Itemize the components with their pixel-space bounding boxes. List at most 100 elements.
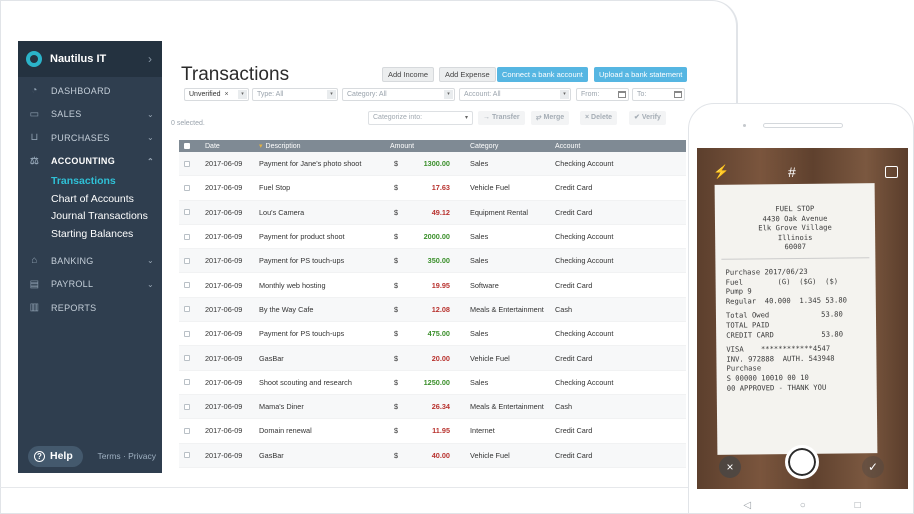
col-amount[interactable]: Amount [390,143,450,150]
camera-dot [743,124,746,127]
cell-category[interactable]: Vehicle Fuel [450,354,555,363]
table-row[interactable]: 2017-06-09 Shoot scouting and research $12… [179,371,686,395]
back-icon[interactable]: ◁ [743,500,751,511]
verify-button[interactable]: ✔ Verify [629,111,666,125]
cell-category[interactable]: Sales [450,378,555,387]
help-button[interactable]: ? Help [28,445,83,467]
org-switcher[interactable]: Nautilus IT › [18,41,162,77]
cell-category[interactable]: Sales [450,329,555,338]
select-all-checkbox[interactable] [184,143,190,149]
footer-links[interactable]: Terms · Privacy [97,451,156,461]
cell-category[interactable]: Meals & Entertainment [450,305,555,314]
cell-category[interactable]: Meals & Entertainment [450,402,555,411]
delete-button[interactable]: × Delete [580,111,618,125]
chevron-down-icon: ⌄ [146,109,154,119]
cancel-icon[interactable]: × [719,456,741,478]
flash-icon[interactable]: ⚡ [713,164,729,180]
nav-banking[interactable]: ⌂ BANKING ⌄ [18,249,162,273]
add-expense-button[interactable]: Add Expense [439,67,496,82]
nav-label: SALES [51,109,82,120]
to-date-input[interactable]: To: [632,88,685,101]
add-income-button[interactable]: Add Income [382,67,435,82]
recents-icon[interactable]: □ [855,500,861,511]
nav-dashboard[interactable]: ◔ DASHBOARD [18,79,162,103]
table-row[interactable]: 2017-06-09 By the Way Cafe $12.08 Meals & E… [179,297,686,323]
cell-category[interactable]: Sales [450,232,555,241]
row-checkbox[interactable] [184,160,190,167]
row-checkbox[interactable] [184,233,190,240]
row-checkbox[interactable] [184,379,190,386]
account-filter[interactable]: Account: All ▾ [459,88,571,101]
cell-category[interactable]: Sales [450,159,555,168]
nav-sales[interactable]: ▭ SALES ⌄ [18,103,162,127]
row-checkbox[interactable] [184,427,190,434]
cell-description: Domain renewal [259,426,312,436]
upload-statement-button[interactable]: Upload a bank statement [594,67,688,82]
cell-category[interactable]: Sales [450,256,555,265]
row-checkbox[interactable] [184,257,190,264]
row-checkbox[interactable] [184,452,190,459]
table-row[interactable]: 2017-06-09 GasBar $40.00 Vehicle Fuel Credit… [179,443,686,468]
sidebar-footer: ? Help Terms · Privacy [18,439,162,473]
subnav-starting-balances[interactable]: Starting Balances [18,226,162,244]
category-filter[interactable]: Category: All ▾ [342,88,455,101]
row-checkbox[interactable] [184,209,190,216]
subnav-journal-transactions[interactable]: Journal Transactions [18,208,162,226]
cell-category[interactable]: Software [450,281,555,290]
col-category[interactable]: Category [450,143,555,150]
table-row[interactable]: 2017-06-09 Mama's Diner $26.34 Meals & Ente… [179,394,686,420]
cell-date: 2017-06-09 [205,426,243,436]
account-filter-value: Account: All [464,91,501,98]
table-row[interactable]: 2017-06-09 Fuel Stop $17.63 Vehicle Fuel Cre… [179,176,686,201]
chevron-down-icon: ⌄ [146,133,154,143]
nav-payroll[interactable]: ▤ PAYROLL ⌄ [18,273,162,297]
transfer-button[interactable]: → Transfer [478,111,525,125]
shutter-button[interactable] [785,445,819,479]
cell-currency: $ [394,256,399,266]
home-icon[interactable]: ○ [800,500,806,511]
from-date-input[interactable]: From: [576,88,629,101]
row-checkbox[interactable] [184,403,190,410]
nav-reports[interactable]: ▥ REPORTS [18,296,162,320]
cell-category[interactable]: Vehicle Fuel [450,183,555,192]
table-row[interactable]: 2017-06-09 Payment for PS touch-ups $475.0… [179,322,686,347]
table-row[interactable]: 2017-06-09 Payment for Jane's photo shoot… [179,152,686,177]
confirm-icon[interactable]: ✓ [862,456,884,478]
col-account[interactable]: Account [555,143,686,150]
table-row[interactable]: 2017-06-09 Payment for PS touch-ups $350.0… [179,249,686,274]
row-check-cell [179,209,205,216]
row-checkbox[interactable] [184,306,190,313]
row-checkbox[interactable] [184,330,190,337]
cell-description: Payment for PS touch-ups [259,329,345,339]
status-filter[interactable]: Unverified × ▾ [184,88,249,101]
remove-tag-icon[interactable]: × [225,91,229,98]
row-checkbox[interactable] [184,355,190,362]
categorize-select[interactable]: Categorize into: ▾ [368,111,473,125]
table-row[interactable]: 2017-06-09 Domain renewal $11.95 Internet Cr… [179,419,686,444]
cell-category[interactable]: Vehicle Fuel [450,451,555,460]
cell-account: Checking Account [555,329,614,339]
subnav-chart-of-accounts[interactable]: Chart of Accounts [18,191,162,209]
subnav-transactions[interactable]: Transactions [18,173,162,191]
connect-bank-button[interactable]: Connect a bank account [497,67,588,82]
cell-category[interactable]: Equipment Rental [450,208,555,217]
gallery-icon[interactable] [885,166,898,178]
table-row[interactable]: 2017-06-09 Lou's Camera $49.12 Equipment Re… [179,200,686,225]
merge-button[interactable]: ⥂ Merge [531,111,570,125]
nav-accounting[interactable]: ⚖ ACCOUNTING ⌃ [18,150,162,174]
from-date-label: From: [581,91,600,98]
col-date[interactable]: Date [205,143,259,150]
table-row[interactable]: 2017-06-09 Monthly web hosting $19.95 Softw… [179,273,686,298]
col-description[interactable]: ▾ Description [259,142,390,150]
row-checkbox[interactable] [184,184,190,191]
grid-icon[interactable]: # [788,164,796,180]
table-row[interactable]: 2017-06-09 GasBar $20.00 Vehicle Fuel Credit… [179,346,686,371]
type-filter[interactable]: Type: All ▾ [252,88,338,101]
cell-category[interactable]: Internet [450,426,555,435]
receipt-header: FUEL STOP 4430 Oak Avenue Elk Grove Villag… [715,203,875,253]
nav-purchases[interactable]: ⊔ PURCHASES ⌄ [18,126,162,150]
row-checkbox[interactable] [184,282,190,289]
cell-description: Payment for PS touch-ups [259,256,345,266]
table-row[interactable]: 2017-06-09 Payment for product shoot $2000… [179,225,686,250]
cell-amount: 20.00 [431,353,450,363]
